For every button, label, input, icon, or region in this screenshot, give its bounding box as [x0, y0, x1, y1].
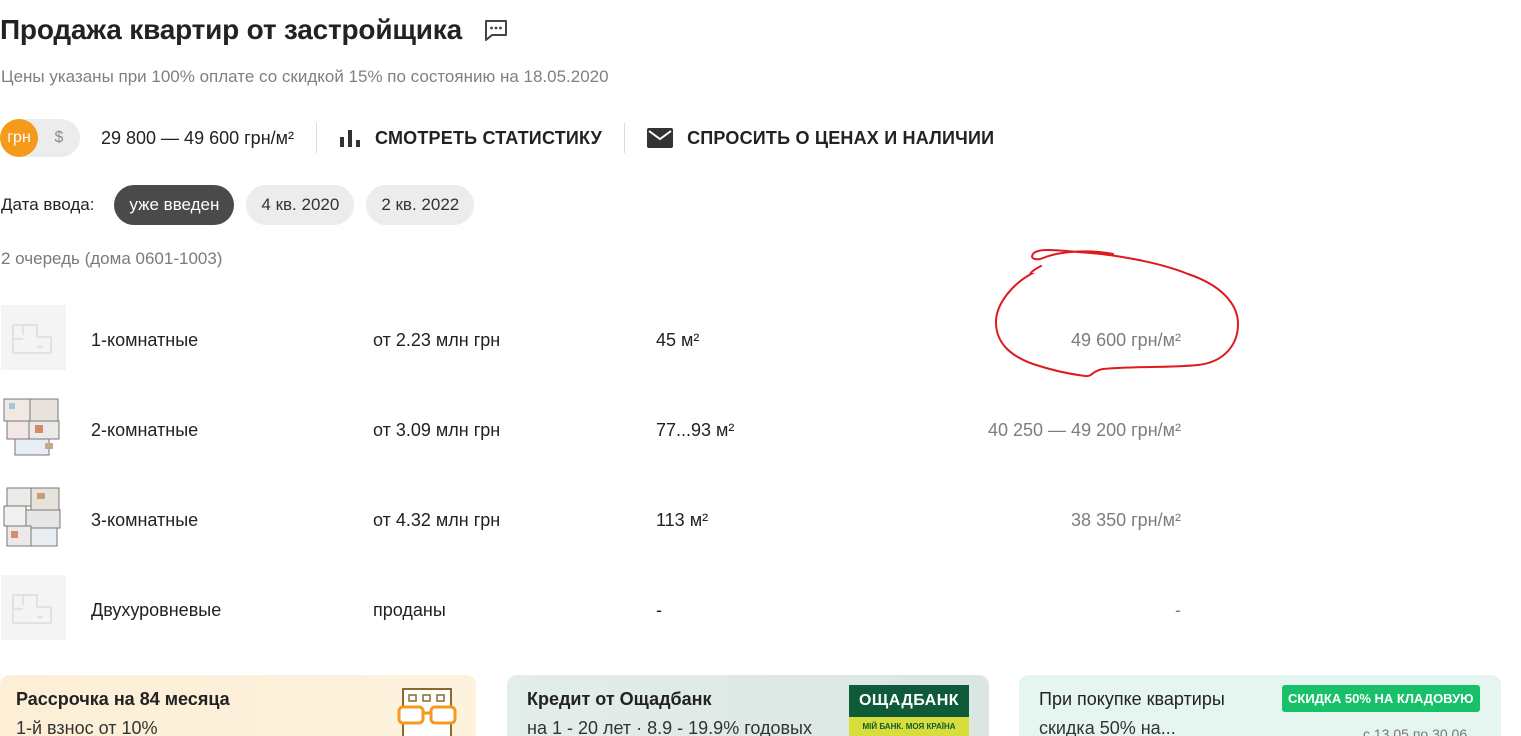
- discount-badge: СКИДКА 50% НА КЛАДОВУЮ: [1282, 685, 1480, 712]
- promo-title: Рассрочка на 84 месяца: [16, 689, 230, 709]
- date-chip-q4-2020[interactable]: 4 кв. 2020: [246, 185, 355, 225]
- currency-toggle[interactable]: грн $: [0, 119, 80, 157]
- comment-icon[interactable]: [482, 16, 510, 44]
- floorplan-thumbnail: [1, 485, 66, 550]
- promo-subtitle: 1-й взнос от 10%: [16, 718, 158, 736]
- promo-storage-discount[interactable]: При покупке квартиры скидка 50% на... СК…: [1019, 675, 1501, 736]
- mail-icon: [647, 128, 674, 148]
- ask-prices-button[interactable]: СПРОСИТЬ О ЦЕНАХ И НАЛИЧИИ: [647, 128, 994, 149]
- title-row: Продажа квартир от застройщика: [0, 14, 510, 46]
- date-chip-q2-2022[interactable]: 2 кв. 2022: [366, 185, 475, 225]
- promo-credit[interactable]: Кредит от Ощадбанк на 1 - 20 лет · 8.9 -…: [507, 675, 989, 736]
- area: 45 м²: [656, 330, 700, 350]
- date-filter-label: Дата ввода:: [1, 195, 95, 214]
- room-type: 3-комнатные: [91, 510, 199, 530]
- divider: [624, 123, 626, 153]
- date-filter: Дата ввода: уже введен 4 кв. 2020 2 кв. …: [1, 185, 486, 225]
- price-per-m2: 38 350 грн/м²: [1071, 510, 1181, 530]
- building-glasses-icon: [397, 688, 457, 736]
- promo-cards: Рассрочка на 84 месяца 1-й взнос от 10% …: [0, 675, 1521, 736]
- promo-installment[interactable]: Рассрочка на 84 месяца 1-й взнос от 10%: [0, 675, 476, 736]
- bank-name: ОЩАДБАНК: [849, 685, 969, 717]
- area: 77...93 м²: [656, 420, 735, 440]
- price-note: Цены указаны при 100% оплате со скидкой …: [1, 67, 609, 86]
- price-per-m2: 49 600 грн/м²: [1071, 330, 1181, 350]
- room-type: Двухуровневые: [91, 600, 222, 620]
- floorplan-placeholder-icon: [1, 305, 66, 370]
- price-from: от 3.09 млн грн: [373, 420, 501, 440]
- currency-uah-button[interactable]: грн: [0, 119, 38, 157]
- area: -: [656, 600, 662, 620]
- area: 113 м²: [656, 510, 709, 530]
- view-statistics-label: СМОТРЕТЬ СТАТИСТИКУ: [375, 127, 603, 148]
- floorplan-thumbnail: [1, 395, 66, 460]
- apartment-row-1room[interactable]: 1-комнатные от 2.23 млн грн 45 м² 49 600…: [1, 305, 1201, 395]
- price-range: 29 800 — 49 600 грн/м²: [101, 127, 294, 148]
- view-statistics-button[interactable]: СМОТРЕТЬ СТАТИСТИКУ: [339, 128, 602, 149]
- queue-label: 2 очередь (дома 0601-1003): [1, 249, 223, 268]
- price-per-m2: 40 250 — 49 200 грн/м²: [988, 420, 1181, 440]
- price-per-m2: -: [1175, 600, 1181, 620]
- bar-chart-icon: [340, 130, 360, 147]
- promo-date: с 13.05 по 30.06: [1363, 726, 1468, 736]
- apartment-row-duplex[interactable]: Двухуровневые проданы - -: [1, 575, 1201, 665]
- oschadbank-logo: ОЩАДБАНК МІЙ БАНК. МОЯ КРАЇНА: [849, 685, 969, 736]
- room-type: 1-комнатные: [91, 330, 199, 350]
- divider: [316, 123, 317, 153]
- apartment-row-2room[interactable]: 2-комнатные от 3.09 млн грн 77...93 м² 4…: [1, 395, 1201, 485]
- price-from: от 4.32 млн грн: [373, 510, 501, 530]
- price-from: от 2.23 млн грн: [373, 330, 501, 350]
- room-type: 2-комнатные: [91, 420, 199, 440]
- currency-usd-button[interactable]: $: [38, 129, 80, 147]
- ask-prices-label: СПРОСИТЬ О ЦЕНАХ И НАЛИЧИИ: [687, 127, 995, 148]
- bank-slogan: МІЙ БАНК. МОЯ КРАЇНА: [849, 717, 969, 736]
- floorplan-placeholder-icon: [1, 575, 66, 640]
- apartment-row-3room[interactable]: 3-комнатные от 4.32 млн грн 113 м² 38 35…: [1, 485, 1201, 575]
- page-title: Продажа квартир от застройщика: [0, 14, 462, 45]
- controls-bar: грн $ 29 800 — 49 600 грн/м² СМОТРЕТЬ СТ…: [0, 119, 994, 157]
- apartments-table: 1-комнатные от 2.23 млн грн 45 м² 49 600…: [1, 305, 1201, 665]
- price-from: проданы: [373, 600, 446, 620]
- date-chip-ready[interactable]: уже введен: [114, 185, 235, 225]
